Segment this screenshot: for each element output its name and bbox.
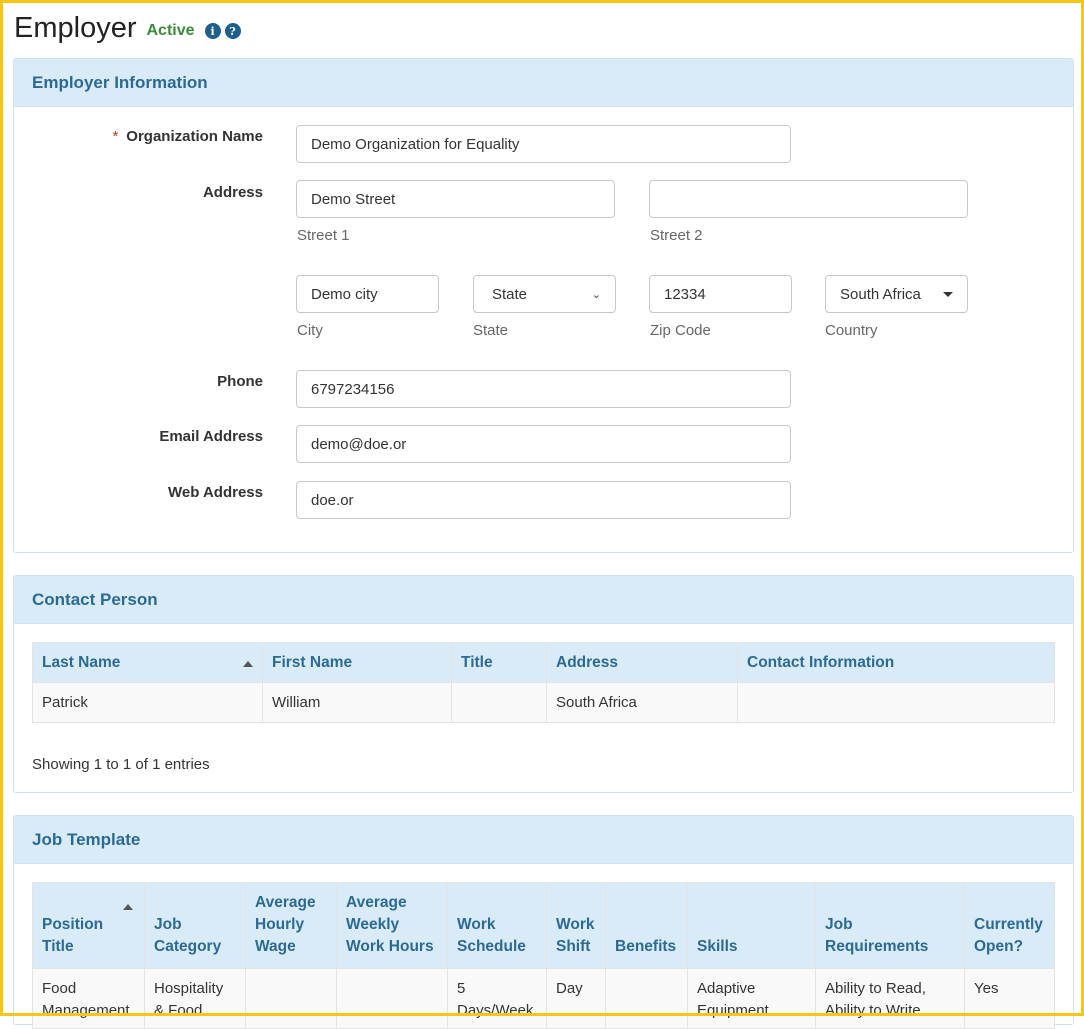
cell-work-shift: Day — [546, 968, 606, 1029]
zip-code-input[interactable]: 12334 — [649, 275, 792, 313]
column-header-skills[interactable]: Skills — [687, 882, 816, 969]
cell-position-title: Food Management — [32, 968, 145, 1029]
email-address-label: Email Address — [159, 428, 263, 445]
phone-label: Phone — [217, 373, 263, 390]
sort-ascending-icon — [243, 660, 253, 667]
cell-skills: Adaptive Equipment — [687, 968, 816, 1029]
organization-name-label: * Organization Name — [112, 128, 263, 145]
street2-input[interactable] — [649, 180, 968, 218]
country-dropdown[interactable]: South Africa — [825, 275, 968, 313]
cell-average-weekly-work-hours — [336, 968, 448, 1029]
question-circle-icon[interactable]: ? — [224, 23, 241, 39]
country-dropdown-value: South Africa — [840, 285, 921, 303]
state-select[interactable]: State ⌄ — [473, 275, 616, 313]
column-header-work-schedule[interactable]: Work Schedule — [447, 882, 547, 969]
page-header: Employer Active i ? — [14, 8, 241, 48]
cell-job-requirements: Ability to Read, Ability to Write — [815, 968, 965, 1029]
column-header-job-category[interactable]: Job Category — [144, 882, 246, 969]
cell-work-schedule: 5 Days/Week — [447, 968, 547, 1029]
cell-contact-information — [737, 682, 1055, 723]
table-header-row: Last Name First Name Title Address Conta… — [32, 642, 1055, 683]
column-header-average-hourly-wage[interactable]: Average Hourly Wage — [245, 882, 337, 969]
column-header-position-title[interactable]: Position Title — [32, 882, 145, 969]
city-caption: City — [297, 322, 323, 339]
state-caption: State — [473, 322, 509, 339]
address-label: Address — [202, 184, 263, 201]
contact-person-table: Last Name First Name Title Address Conta… — [32, 642, 1055, 723]
employer-information-panel: Employer Information * Organization Name … — [13, 58, 1074, 553]
employer-information-heading: Employer Information — [14, 59, 1073, 107]
country-caption: Country — [825, 322, 878, 339]
web-address-label: Web Address — [167, 484, 263, 501]
caret-down-icon — [943, 291, 953, 297]
state-select-value: State — [492, 285, 528, 303]
email-address-input[interactable]: demo@doe.or — [296, 425, 791, 463]
status-badge: Active — [146, 22, 195, 39]
web-address-input[interactable]: doe.or — [296, 481, 791, 519]
cell-address: South Africa — [546, 682, 738, 723]
table-header-row: Position Title Job Category Average Hour… — [32, 882, 1055, 969]
column-header-address[interactable]: Address — [546, 642, 738, 683]
table-row[interactable]: Food Management Hospitality & Food 5 Day… — [32, 968, 1055, 1029]
column-header-contact-information[interactable]: Contact Information — [737, 642, 1055, 683]
street1-caption: Street 1 — [297, 227, 350, 244]
column-header-job-requirements[interactable]: Job Requirements — [815, 882, 965, 969]
page-title: Employer — [14, 11, 137, 44]
street2-caption: Street 2 — [650, 227, 703, 244]
cell-first-name: William — [262, 682, 452, 723]
job-template-panel: Job Template Position Title Job Category… — [13, 815, 1074, 1029]
chevron-down-icon: ⌄ — [591, 288, 601, 301]
table-info-text: Showing 1 to 1 of 1 entries — [32, 756, 210, 773]
cell-last-name: Patrick — [32, 682, 263, 723]
city-input[interactable]: Demo city — [296, 275, 439, 313]
job-template-table: Position Title Job Category Average Hour… — [32, 882, 1055, 1029]
zip-code-caption: Zip Code — [650, 322, 711, 339]
contact-person-heading: Contact Person — [14, 576, 1073, 624]
column-header-last-name[interactable]: Last Name — [32, 642, 263, 683]
sort-ascending-icon — [123, 904, 133, 910]
table-row[interactable]: Patrick William South Africa — [32, 682, 1055, 723]
job-template-heading: Job Template — [14, 816, 1073, 864]
column-header-first-name[interactable]: First Name — [262, 642, 452, 683]
cell-average-hourly-wage — [245, 968, 337, 1029]
info-circle-icon[interactable]: i — [204, 23, 221, 39]
cell-benefits — [605, 968, 688, 1029]
column-header-title[interactable]: Title — [451, 642, 547, 683]
cell-job-category: Hospitality & Food — [144, 968, 246, 1029]
cell-currently-open: Yes — [964, 968, 1055, 1029]
required-marker: * — [112, 128, 119, 145]
phone-input[interactable]: 6797234156 — [296, 370, 791, 408]
cell-title — [451, 682, 547, 723]
column-header-currently-open[interactable]: Currently Open? — [964, 882, 1055, 969]
column-header-benefits[interactable]: Benefits — [605, 882, 688, 969]
contact-person-panel: Contact Person Last Name First Name Titl… — [13, 575, 1074, 793]
organization-name-input[interactable]: Demo Organization for Equality — [296, 125, 791, 163]
street1-input[interactable]: Demo Street — [296, 180, 615, 218]
column-header-work-shift[interactable]: Work Shift — [546, 882, 606, 969]
column-header-average-weekly-work-hours[interactable]: Average Weekly Work Hours — [336, 882, 448, 969]
